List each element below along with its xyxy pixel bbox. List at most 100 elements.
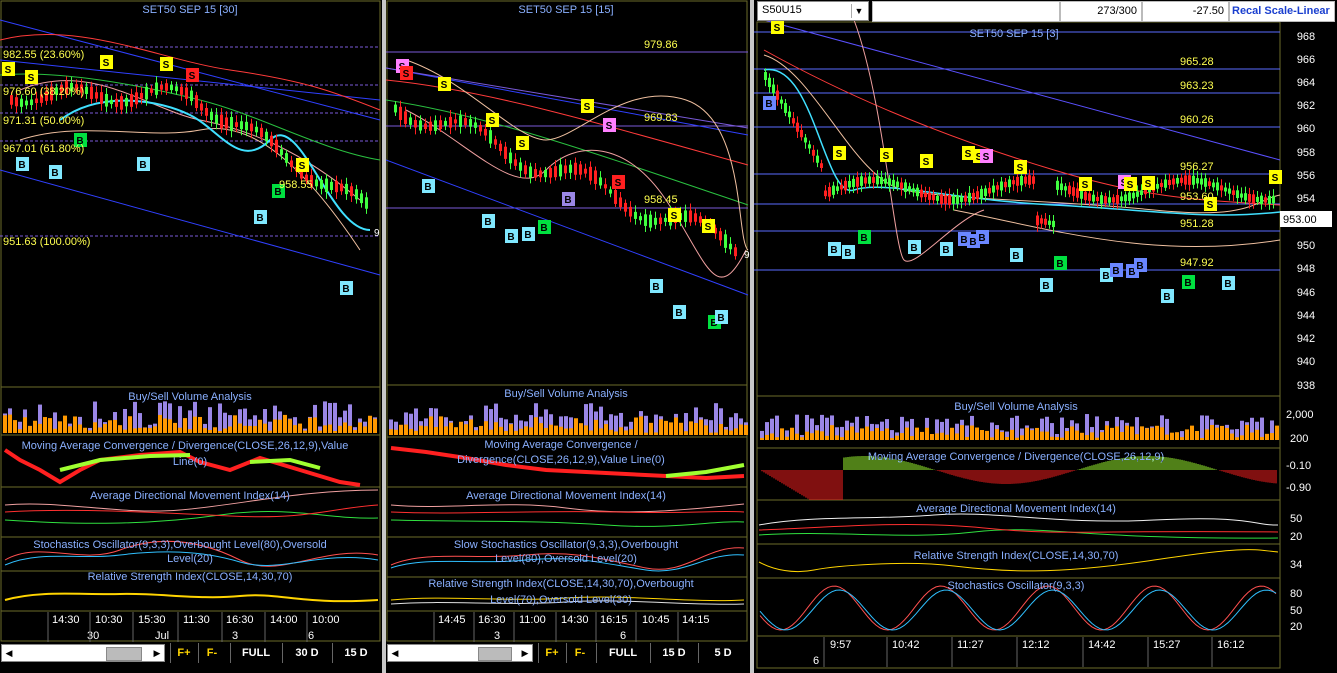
horizontal-scrollbar[interactable]: ◀ ▶: [1, 644, 165, 662]
candle: [1016, 176, 1019, 186]
zoom-in-button[interactable]: F+: [538, 643, 565, 663]
15d-button[interactable]: 15 D: [650, 643, 697, 663]
time-label: 15:30: [138, 614, 166, 626]
chevron-down-icon[interactable]: ▼: [851, 4, 866, 18]
candle: [365, 197, 368, 209]
svg-text:B: B: [524, 230, 531, 241]
volume-axis-label: 200: [1290, 433, 1308, 445]
candle: [924, 192, 927, 198]
chart-3-canvas[interactable]: S S S S S S S S S S S S S S B B B B B B …: [754, 0, 1337, 673]
candle: [1192, 175, 1195, 185]
volume-sell: [800, 437, 804, 440]
30d-button[interactable]: 30 D: [282, 643, 331, 663]
chart-panel-3[interactable]: S S S S S S S S S S S S S S B B B B B B …: [754, 0, 1337, 673]
indicator-title-adx: Average Directional Movement Index(14): [90, 490, 290, 502]
volume-sell: [1235, 437, 1239, 440]
svg-text:B: B: [424, 182, 431, 193]
volume-buy: [123, 408, 127, 433]
indicator-title-stoch-2: Level(20): [167, 553, 213, 565]
volume-sell: [1135, 434, 1139, 440]
candle: [848, 180, 851, 188]
scroll-left-icon[interactable]: ◀: [388, 645, 402, 661]
date-label: 6: [308, 630, 314, 642]
level-label: 969.83: [644, 112, 678, 124]
volume-sell: [258, 419, 262, 433]
volume-sell: [739, 424, 743, 435]
scroll-right-icon[interactable]: ▶: [518, 645, 532, 661]
zoom-out-button[interactable]: F-: [198, 643, 225, 663]
scroll-left-icon[interactable]: ◀: [2, 645, 16, 661]
date-label: Jul: [155, 630, 169, 642]
candle: [195, 95, 198, 109]
candle: [260, 127, 263, 138]
candle: [529, 166, 532, 178]
volume-sell: [910, 436, 914, 440]
volume-sell: [419, 425, 423, 435]
svg-text:968: 968: [1297, 31, 1315, 43]
candle: [824, 190, 827, 197]
time-label: 16:30: [478, 614, 506, 626]
candle: [419, 120, 422, 131]
svg-text:S: S: [584, 102, 591, 113]
zoom-out-button[interactable]: F-: [566, 643, 593, 663]
chart-panel-30[interactable]: S S S S S S B B B B B B B SET50 SEP 15 […: [0, 0, 382, 673]
candle: [494, 139, 497, 145]
scroll-right-icon[interactable]: ▶: [150, 645, 164, 661]
volume-sell: [584, 425, 588, 435]
candle: [335, 180, 338, 193]
5d-button[interactable]: 5 D: [698, 643, 747, 663]
symbol-dropdown[interactable]: S50U15 ▼: [757, 1, 869, 21]
candle: [816, 155, 819, 163]
volume-sell: [323, 425, 327, 433]
candle: [414, 119, 417, 128]
zoom-in-button[interactable]: F+: [170, 643, 197, 663]
volume-sell: [1120, 431, 1124, 440]
recal-scale-button[interactable]: Recal Scale-Linear: [1229, 1, 1335, 22]
horizontal-scrollbar[interactable]: ◀ ▶: [387, 644, 533, 662]
time-label: 11:30: [183, 614, 210, 626]
15d-button[interactable]: 15 D: [332, 643, 379, 663]
volume-sell: [223, 428, 227, 433]
candle: [896, 181, 899, 188]
indicator-title-volume: Buy/Sell Volume Analysis: [128, 391, 252, 403]
candle: [325, 178, 328, 193]
volume-sell: [133, 428, 137, 433]
volume-sell: [519, 428, 523, 435]
volume-sell: [1090, 432, 1094, 440]
volume-sell: [1000, 431, 1004, 440]
volume-sell: [905, 427, 909, 440]
candle: [424, 123, 427, 130]
volume-sell: [1030, 430, 1034, 440]
full-button[interactable]: FULL: [596, 643, 649, 663]
volume-sell: [624, 430, 628, 435]
candle: [1044, 218, 1047, 225]
scrollbar-thumb[interactable]: [478, 647, 512, 661]
volume-sell: [609, 429, 613, 435]
svg-text:B: B: [1042, 281, 1049, 292]
volume-sell: [534, 417, 538, 435]
volume-sell: [845, 430, 849, 440]
volume-sell: [614, 431, 618, 435]
volume-sell: [689, 421, 693, 435]
candle: [1012, 180, 1015, 185]
svg-text:B: B: [51, 168, 58, 179]
candle: [892, 179, 895, 187]
svg-text:S: S: [441, 80, 448, 91]
chart-30-canvas[interactable]: S S S S S S B B B B B B B SET50 SEP 15 […: [0, 0, 382, 643]
candle: [852, 178, 855, 188]
candle: [1268, 195, 1271, 204]
stoch-axis-label: 50: [1290, 605, 1302, 617]
candle: [290, 160, 293, 167]
indicator-title-adx: Average Directional Movement Index(14): [466, 490, 666, 502]
candle: [1264, 197, 1267, 203]
full-button[interactable]: FULL: [230, 643, 281, 663]
chart-panel-15[interactable]: S S S S S S S S S S B B B B B B B B B B …: [386, 0, 750, 673]
svg-text:S: S: [671, 211, 678, 222]
volume-sell: [1040, 431, 1044, 440]
price-label: 958.55: [279, 179, 313, 191]
scrollbar-thumb[interactable]: [106, 647, 142, 661]
candle: [1104, 196, 1107, 204]
svg-text:S: S: [606, 121, 613, 132]
volume-sell: [1275, 425, 1279, 440]
chart-15-canvas[interactable]: S S S S S S S S S S B B B B B B B B B B …: [386, 0, 750, 643]
